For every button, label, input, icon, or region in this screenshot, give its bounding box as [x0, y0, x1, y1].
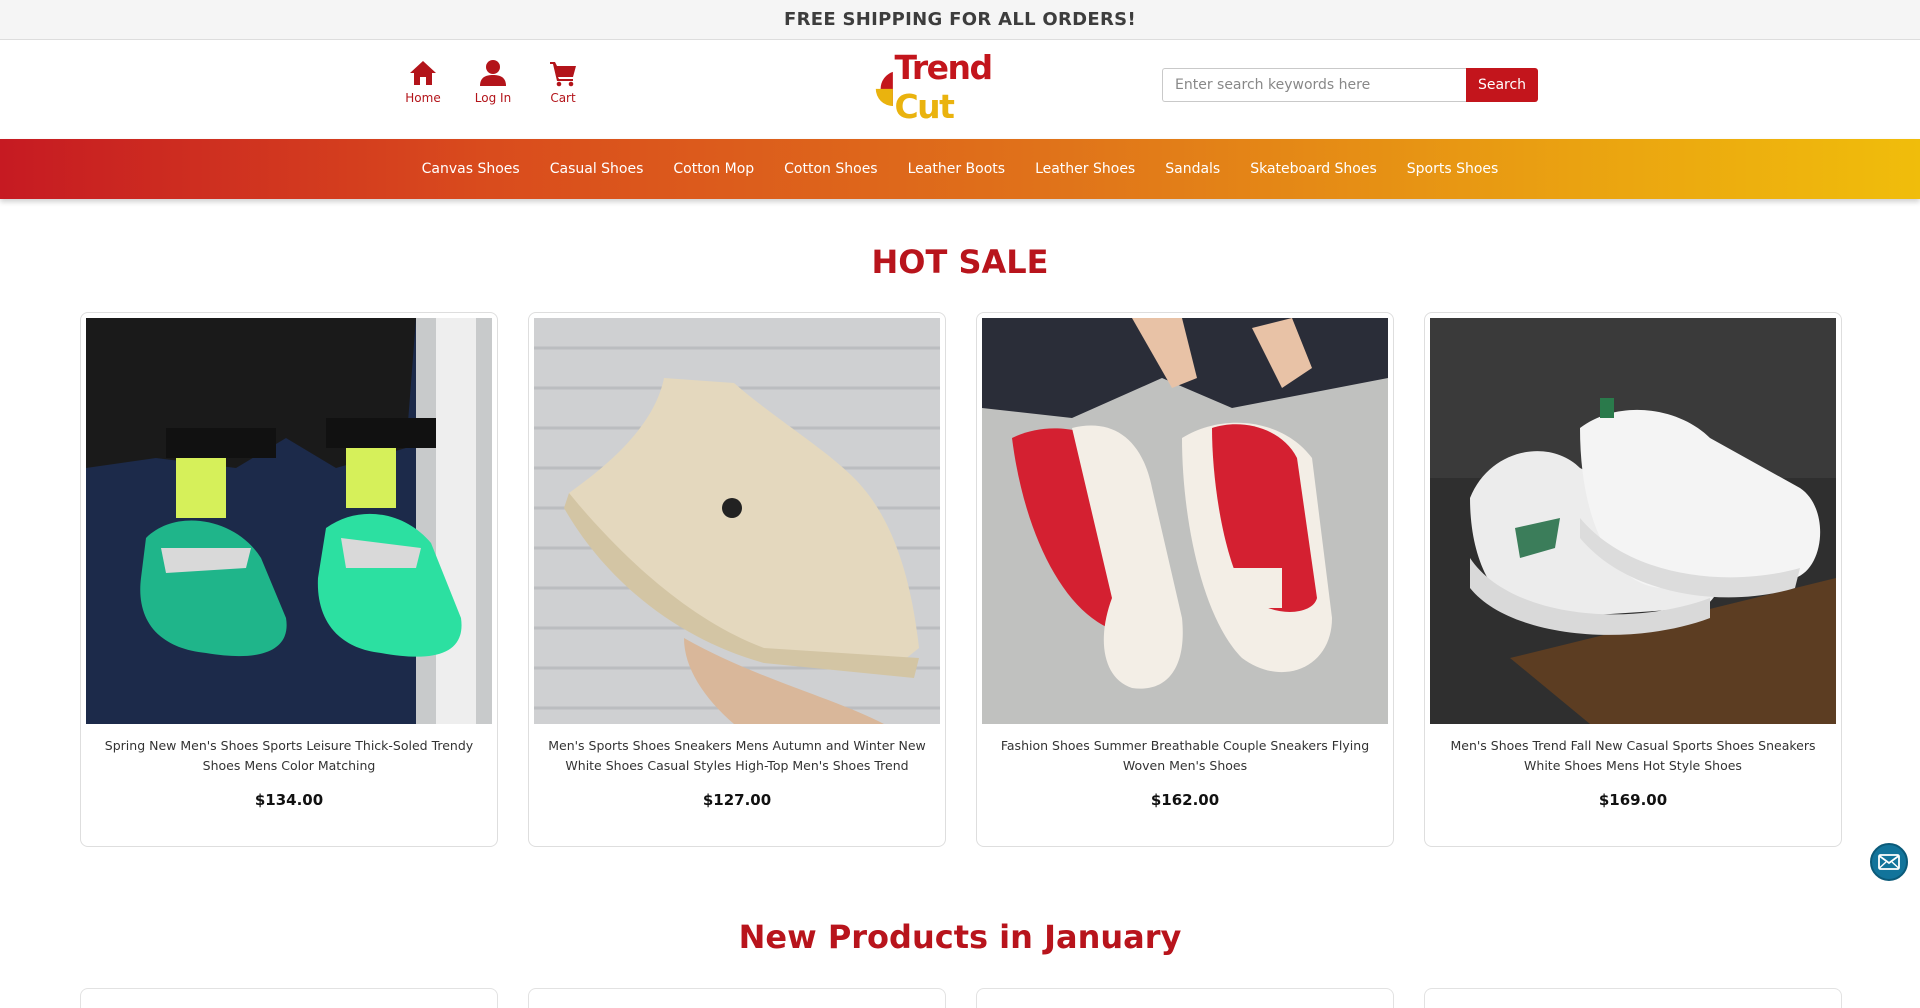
- product-name[interactable]: Spring New Men's Shoes Sports Leisure Th…: [86, 736, 492, 780]
- contact-mail-button[interactable]: [1870, 843, 1908, 881]
- product-image[interactable]: [534, 318, 940, 724]
- header-nav-icons: Home Log In Cart: [388, 58, 598, 105]
- product-card[interactable]: [1424, 988, 1842, 1008]
- product-price: $169.00: [1598, 791, 1668, 809]
- category-nav: Canvas Shoes Casual Shoes Cotton Mop Cot…: [0, 139, 1920, 199]
- home-icon: [410, 61, 436, 85]
- search-button[interactable]: Search: [1466, 68, 1538, 102]
- product-image[interactable]: [1430, 318, 1836, 724]
- product-card[interactable]: [80, 988, 498, 1008]
- product-card[interactable]: [976, 988, 1394, 1008]
- hot-sale-title: HOT SALE: [871, 243, 1049, 281]
- logo-text: Trend Cut: [894, 48, 993, 126]
- user-icon: [480, 60, 506, 86]
- site-header: Home Log In Cart Trend Cut Search: [0, 40, 1920, 139]
- nav-item-cotton-shoes[interactable]: Cotton Shoes: [769, 161, 892, 177]
- new-products-title: New Products in January: [738, 918, 1182, 956]
- nav-item-skateboard-shoes[interactable]: Skateboard Shoes: [1235, 161, 1392, 177]
- product-price: $162.00: [1150, 791, 1220, 809]
- product-card[interactable]: [528, 988, 946, 1008]
- nav-item-casual-shoes[interactable]: Casual Shoes: [535, 161, 659, 177]
- product-image[interactable]: [982, 318, 1388, 724]
- login-link[interactable]: Log In: [458, 58, 528, 105]
- product-card[interactable]: Men's Sports Shoes Sneakers Mens Autumn …: [528, 312, 946, 847]
- announcement-text: FREE SHIPPING FOR ALL ORDERS!: [784, 9, 1136, 30]
- product-name[interactable]: Fashion Shoes Summer Breathable Couple S…: [982, 736, 1388, 780]
- product-card[interactable]: Men's Shoes Trend Fall New Casual Sports…: [1424, 312, 1842, 847]
- search-form: Search: [1162, 68, 1538, 102]
- mail-icon: [1878, 854, 1900, 870]
- product-card[interactable]: Spring New Men's Shoes Sports Leisure Th…: [80, 312, 498, 847]
- cart-label: Cart: [550, 91, 576, 105]
- product-image[interactable]: [86, 318, 492, 724]
- product-card[interactable]: Fashion Shoes Summer Breathable Couple S…: [976, 312, 1394, 847]
- login-label: Log In: [474, 91, 512, 105]
- site-logo[interactable]: Trend Cut: [872, 48, 1052, 126]
- product-price: $127.00: [702, 791, 772, 809]
- product-name[interactable]: Men's Shoes Trend Fall New Casual Sports…: [1430, 736, 1836, 780]
- search-input[interactable]: [1162, 68, 1466, 102]
- cart-link[interactable]: Cart: [528, 58, 598, 105]
- hot-sale-grid: Spring New Men's Shoes Sports Leisure Th…: [80, 312, 1842, 847]
- nav-item-leather-shoes[interactable]: Leather Shoes: [1020, 161, 1150, 177]
- nav-item-sandals[interactable]: Sandals: [1150, 161, 1235, 177]
- product-price: $134.00: [254, 791, 324, 809]
- home-label: Home: [405, 91, 441, 105]
- product-name[interactable]: Men's Sports Shoes Sneakers Mens Autumn …: [534, 736, 940, 780]
- announcement-bar: FREE SHIPPING FOR ALL ORDERS!: [0, 0, 1920, 40]
- home-link[interactable]: Home: [388, 58, 458, 105]
- new-products-grid: [80, 988, 1842, 1008]
- nav-item-cotton-mop[interactable]: Cotton Mop: [658, 161, 769, 177]
- nav-item-sports-shoes[interactable]: Sports Shoes: [1392, 161, 1514, 177]
- cart-icon: [550, 62, 576, 87]
- nav-item-canvas-shoes[interactable]: Canvas Shoes: [407, 161, 535, 177]
- nav-item-leather-boots[interactable]: Leather Boots: [893, 161, 1020, 177]
